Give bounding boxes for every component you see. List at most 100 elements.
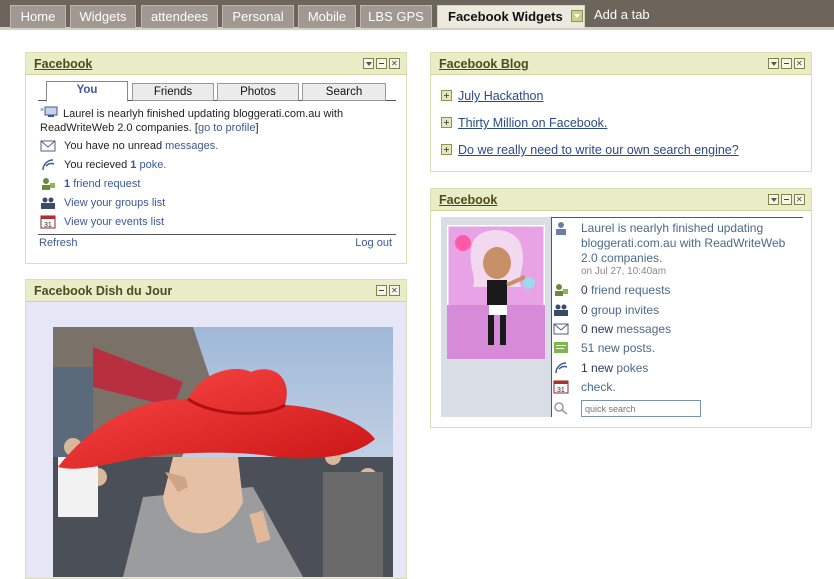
close-icon[interactable]	[794, 194, 805, 205]
svg-text:×: ×	[40, 107, 44, 114]
count: 0	[581, 322, 588, 336]
close-icon[interactable]	[389, 58, 400, 69]
subtab-you[interactable]: You	[46, 81, 128, 102]
widget-header: Facebook Dish du Jour	[26, 280, 406, 302]
facebook-profile-widget: Facebook Laurel is nearlyh finished upda…	[430, 188, 812, 428]
poke-icon	[42, 159, 55, 171]
blog-item[interactable]: Thirty Million on Facebook.	[441, 116, 607, 130]
blog-item[interactable]: Do we really need to write our own searc…	[441, 143, 739, 157]
events-link[interactable]: check.	[581, 380, 616, 394]
tab-home[interactable]: Home	[10, 5, 66, 28]
wall-posts-icon	[554, 342, 568, 353]
minimize-icon[interactable]	[376, 285, 387, 296]
tab-personal[interactable]: Personal	[222, 5, 294, 28]
pokes-row: You recieved 1 poke.	[40, 158, 166, 172]
minimize-icon[interactable]	[781, 58, 792, 69]
label[interactable]: pokes	[616, 361, 648, 375]
close-icon[interactable]	[794, 58, 805, 69]
messages-link[interactable]: messages.	[165, 140, 218, 152]
quick-search-input[interactable]	[581, 400, 701, 417]
widget-header: Facebook	[26, 53, 406, 75]
friend-request-icon	[555, 284, 568, 296]
tab-widgets[interactable]: Widgets	[70, 5, 136, 28]
go-to-profile-link[interactable]: go to profile	[198, 122, 255, 134]
avatar[interactable]	[447, 225, 545, 359]
facebook-blog-widget: Facebook Blog July Hackathon Thirty Mill…	[430, 52, 812, 172]
avatar-panel	[441, 217, 551, 417]
blog-item-title[interactable]: July Hackathon	[458, 89, 543, 103]
label[interactable]: new posts.	[598, 341, 655, 355]
expand-icon[interactable]	[441, 144, 452, 155]
status-computer-icon: ×	[40, 106, 58, 117]
facebook-subtabs: You Friends Photos Search	[38, 81, 396, 102]
count: 51	[581, 341, 595, 355]
dropdown-icon[interactable]	[768, 58, 779, 69]
divider	[551, 217, 803, 218]
envelope-icon	[40, 140, 56, 152]
svg-text:31: 31	[557, 387, 565, 394]
count: 0	[581, 283, 588, 297]
tab-mobile[interactable]: Mobile	[298, 5, 356, 28]
search-icon	[554, 402, 568, 415]
status-row: × Laurel is nearlyh finished updating blo…	[40, 106, 344, 134]
new-label: new	[591, 361, 614, 375]
calendar-icon: 31	[553, 380, 569, 394]
groups-icon	[41, 197, 55, 209]
close-icon[interactable]	[389, 285, 400, 296]
tab-lbs-gps[interactable]: LBS GPS	[360, 5, 432, 28]
dish-photo[interactable]	[53, 327, 393, 577]
subtab-photos[interactable]: Photos	[217, 83, 299, 101]
poke-icon	[555, 362, 568, 374]
tab-menu-icon[interactable]	[570, 10, 583, 22]
poke-link[interactable]: poke.	[139, 159, 166, 171]
refresh-link[interactable]: Refresh	[39, 237, 78, 249]
expand-icon[interactable]	[441, 117, 452, 128]
count: 0	[581, 303, 588, 317]
widget-title[interactable]: Facebook	[439, 193, 497, 207]
blog-item[interactable]: July Hackathon	[441, 89, 543, 103]
facebook-widget: Facebook You Friends Photos Search ×Laur…	[25, 52, 407, 264]
logout-link[interactable]: Log out	[355, 237, 392, 249]
widget-title[interactable]: Facebook	[34, 57, 92, 71]
minimize-icon[interactable]	[781, 194, 792, 205]
divider	[551, 217, 552, 417]
poke-prefix: You recieved	[64, 158, 128, 171]
messages-row: You have no unread messages.	[40, 139, 218, 153]
label[interactable]: group invites	[591, 303, 659, 317]
tab-bar: Home Widgets attendees Personal Mobile L…	[0, 0, 834, 30]
friend-request-link[interactable]: friend request	[73, 178, 140, 190]
widget-title[interactable]: Facebook Blog	[439, 57, 529, 71]
dropdown-icon[interactable]	[768, 194, 779, 205]
subtab-search[interactable]: Search	[302, 83, 386, 101]
widget-title: Facebook Dish du Jour	[34, 284, 173, 298]
messages-prefix: You have no unread	[64, 139, 163, 152]
svg-text:31: 31	[44, 222, 52, 229]
events-list-link[interactable]: View your events list	[64, 216, 164, 228]
dropdown-icon[interactable]	[363, 58, 374, 69]
person-icon	[556, 222, 566, 235]
label[interactable]: friend requests	[591, 283, 670, 297]
expand-icon[interactable]	[441, 90, 452, 101]
groups-icon	[554, 304, 568, 316]
groups-row: View your groups list	[40, 196, 165, 210]
subtab-friends[interactable]: Friends	[132, 83, 214, 101]
blog-item-title[interactable]: Thirty Million on Facebook.	[458, 116, 607, 130]
poke-count: 1	[130, 158, 137, 171]
groups-list-link[interactable]: View your groups list	[64, 197, 165, 209]
friend-request-count: 1	[64, 177, 71, 190]
calendar-icon: 31	[40, 215, 56, 229]
widget-header: Facebook	[431, 189, 811, 211]
new-label: new	[591, 322, 614, 336]
minimize-icon[interactable]	[376, 58, 387, 69]
tab-attendees[interactable]: attendees	[141, 5, 218, 28]
widget-header: Facebook Blog	[431, 53, 811, 75]
label[interactable]: messages	[616, 322, 671, 336]
events-row: 31 View your events list	[40, 215, 164, 229]
friend-request-row: 1 friend request	[40, 177, 140, 191]
tab-facebook-widgets[interactable]: Facebook Widgets	[437, 5, 585, 28]
envelope-icon	[553, 323, 569, 335]
blog-item-title[interactable]: Do we really need to write our own searc…	[458, 143, 739, 157]
add-tab-link[interactable]: Add a tab	[594, 7, 650, 22]
tab-label: Facebook Widgets	[448, 9, 563, 24]
divider	[38, 234, 396, 235]
